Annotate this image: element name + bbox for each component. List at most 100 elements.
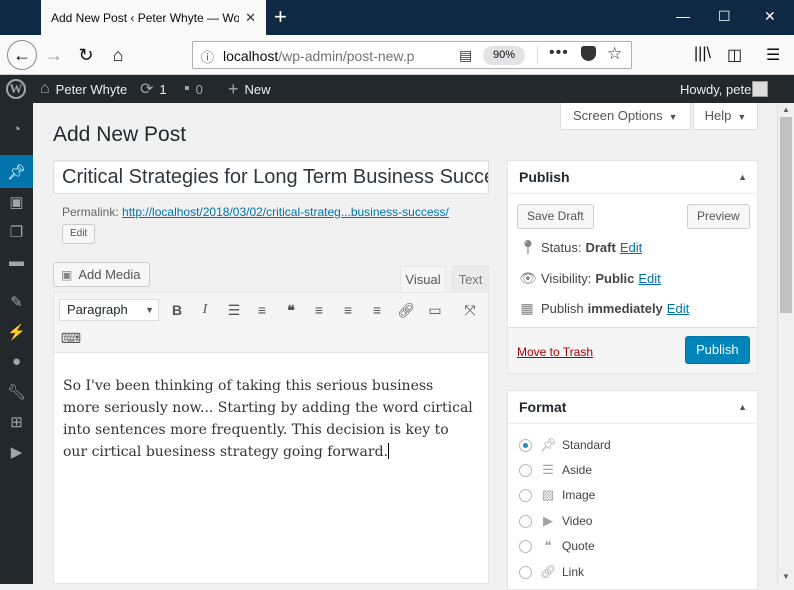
chevron-down-icon: ▼ [145, 305, 154, 315]
window-close-icon[interactable]: ✕ [764, 8, 776, 25]
new-content-link[interactable]: + New [228, 75, 271, 103]
blockquote-icon[interactable]: ❝ [279, 299, 303, 321]
scroll-down-arrow-icon[interactable]: ▼ [782, 572, 790, 581]
align-center-icon[interactable]: ≡ [336, 299, 360, 321]
status-value: Draft [585, 240, 616, 255]
url-text[interactable]: localhost/wp-admin/post-new.p [223, 48, 418, 64]
status-edit-link[interactable]: Edit [620, 240, 642, 255]
format-option-label: Standard [562, 438, 611, 452]
fullscreen-icon[interactable]: ⤧ [458, 299, 482, 321]
format-option-quote[interactable]: ❝ Quote [519, 538, 595, 554]
zoom-badge[interactable]: 90% [483, 46, 525, 65]
updates-link[interactable]: ⟳ 1 [140, 75, 167, 103]
visibility-edit-link[interactable]: Edit [638, 271, 660, 286]
collapse-menu-icon[interactable]: ▶ [0, 435, 33, 468]
url-host: localhost [223, 48, 279, 64]
comments-icon[interactable]: ▬ [0, 245, 33, 278]
editor-content[interactable]: So I've been thinking of taking this ser… [63, 375, 473, 463]
publish-button[interactable]: Publish [685, 336, 750, 364]
bookmark-star-icon[interactable]: ☆ [607, 44, 622, 64]
page-actions-icon[interactable]: ••• [549, 44, 569, 62]
reader-view-icon[interactable]: ▤ [459, 47, 472, 64]
plugins-icon[interactable]: ⚡ [0, 315, 33, 348]
status-label: Status: [541, 240, 582, 255]
new-tab-button[interactable]: + [274, 5, 287, 29]
users-icon[interactable]: ● [0, 345, 33, 378]
format-box-header[interactable]: Format ▲ [508, 391, 757, 424]
screen-options-label: Screen Options [573, 108, 663, 123]
numbered-list-icon[interactable]: ≡ [250, 299, 274, 321]
radio[interactable] [519, 565, 532, 579]
preview-button[interactable]: Preview [687, 204, 750, 229]
bulleted-list-icon[interactable]: ☰ [222, 299, 246, 321]
toolbar-toggle-icon[interactable]: ⌨ [59, 327, 83, 349]
insert-link-icon[interactable]: 🔗︎ [394, 299, 418, 321]
maximize-icon[interactable]: ☐ [718, 8, 731, 25]
permalink-edit-button[interactable]: Edit [62, 224, 96, 244]
pocket-icon[interactable] [581, 46, 596, 61]
help-button[interactable]: Help ▼ [693, 103, 758, 130]
publish-box-header[interactable]: Publish ▲ [508, 161, 757, 194]
post-title-input[interactable]: Critical Strategies for Long Term Busine… [53, 160, 489, 194]
posts-pin-icon[interactable]: 📌︎ [0, 155, 33, 188]
add-media-button[interactable]: ▣ Add Media [53, 262, 150, 287]
collapse-up-icon[interactable]: ▲ [738, 161, 747, 194]
bold-icon[interactable]: B [165, 299, 189, 321]
radio[interactable] [519, 488, 532, 502]
url-bar[interactable]: ⓘ localhost/wp-admin/post-new.p ▤ 90% ••… [192, 41, 632, 69]
publish-time-edit-link[interactable]: Edit [667, 301, 689, 316]
site-info-icon[interactable]: ⓘ [201, 47, 214, 66]
reload-icon[interactable]: ↻ [74, 43, 98, 67]
format-option-image[interactable]: ▨ Image [519, 487, 595, 503]
format-option-video[interactable]: ▶ Video [519, 513, 592, 529]
media-icon[interactable]: ▣ [0, 185, 33, 218]
pin-icon: 📍︎ [519, 239, 537, 255]
home-icon[interactable]: ⌂ [106, 43, 130, 67]
permalink-url-link[interactable]: http://localhost/2018/03/02/critical-str… [122, 205, 449, 219]
save-draft-button[interactable]: Save Draft [517, 204, 594, 229]
wordpress-logo-icon[interactable]: W [6, 79, 26, 99]
tab-close-icon[interactable]: ✕ [245, 10, 256, 26]
format-box-title: Format [519, 399, 567, 415]
library-icon[interactable]: |||\ [694, 45, 711, 63]
scrollbar-thumb[interactable] [780, 117, 792, 313]
tab-visual[interactable]: Visual [400, 266, 446, 292]
italic-icon[interactable]: I [193, 299, 217, 321]
comments-link[interactable]: ▪ 0 [184, 75, 203, 103]
format-option-aside[interactable]: ☰ Aside [519, 462, 592, 478]
site-name-link[interactable]: ⌂ Peter Whyte [40, 75, 127, 103]
tab-text[interactable]: Text [452, 266, 489, 292]
avatar[interactable] [752, 81, 768, 97]
radio[interactable] [519, 539, 532, 553]
format-select[interactable]: Paragraph ▼ [59, 299, 159, 321]
text-cursor [387, 443, 389, 459]
settings-icon[interactable]: ⊞ [0, 405, 33, 438]
radio-checked[interactable] [519, 438, 532, 452]
collapse-up-icon[interactable]: ▲ [738, 391, 747, 424]
read-more-icon[interactable]: ▭ [423, 299, 447, 321]
align-left-icon[interactable]: ≡ [307, 299, 331, 321]
format-option-label: Image [562, 488, 596, 502]
tools-icon[interactable]: 🔧︎ [0, 375, 33, 408]
format-option-link[interactable]: 🔗︎ Link [519, 564, 584, 580]
help-label: Help [704, 108, 732, 123]
back-arrow-icon[interactable]: ← [7, 40, 37, 70]
move-to-trash-link[interactable]: Move to Trash [517, 345, 593, 359]
hamburger-menu-icon[interactable]: ☰ [766, 45, 780, 65]
radio[interactable] [519, 463, 532, 477]
dashboard-icon[interactable]: ◔ [0, 113, 33, 146]
publish-time-row: ▦ Publish immediately Edit [519, 300, 689, 317]
screen-options-button[interactable]: Screen Options ▼ [560, 103, 691, 130]
my-account-link[interactable]: Howdy, pete [680, 75, 751, 103]
browser-tab[interactable]: Add New Post ‹ Peter Whyte — Wo ✕ [41, 0, 266, 35]
minimize-icon[interactable]: — [676, 8, 690, 24]
align-right-icon[interactable]: ≡ [365, 299, 389, 321]
format-option-standard[interactable]: 📌︎ Standard [519, 437, 611, 453]
sidebar-toggle-icon[interactable]: ◫ [727, 45, 742, 65]
radio[interactable] [519, 514, 532, 528]
appearance-icon[interactable]: ✎ [0, 285, 33, 318]
page-scrollbar[interactable]: ▲ ▼ [777, 103, 794, 584]
scroll-up-arrow-icon[interactable]: ▲ [782, 105, 790, 114]
pages-icon[interactable]: ❐ [0, 215, 33, 248]
forward-arrow-icon[interactable]: → [42, 43, 66, 67]
